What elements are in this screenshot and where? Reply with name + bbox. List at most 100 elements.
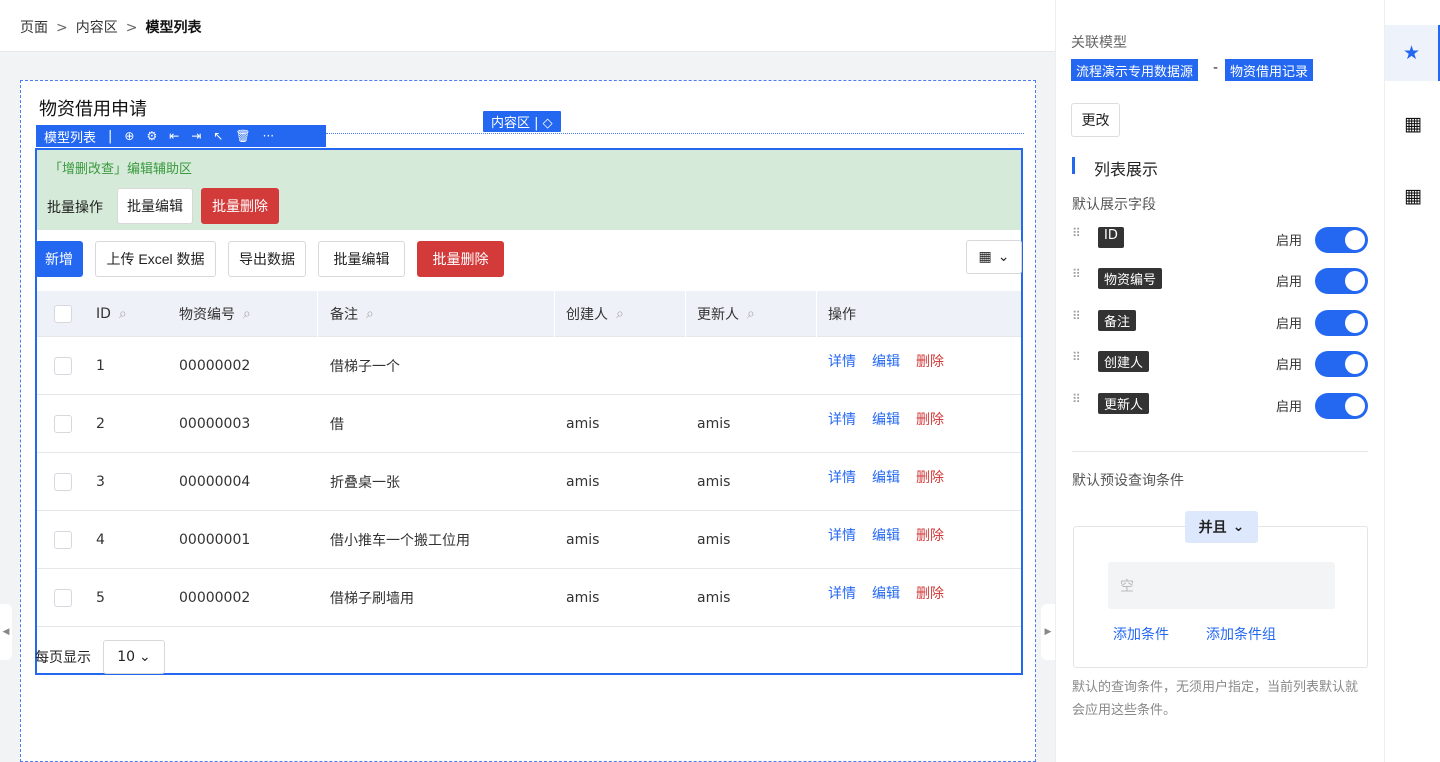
row-checkbox[interactable] <box>54 530 72 549</box>
content-area-tag[interactable]: 内容区 | ◇ <box>483 111 561 132</box>
upload-excel-button[interactable]: 上传 Excel 数据 <box>95 241 216 277</box>
add-button[interactable]: 新增 <box>35 241 83 277</box>
breadcrumb-item-page[interactable]: 页面 <box>20 20 48 36</box>
batch-label: 批量操作 <box>47 200 103 216</box>
select-all-checkbox[interactable] <box>54 291 72 336</box>
enable-switch[interactable] <box>1315 268 1368 294</box>
settings-panel: 关联模型 流程演示专用数据源 - 物资借用记录 更改 列表展示 默认展示字段 ⠿… <box>1055 0 1384 762</box>
field-tag: 更新人 <box>1098 393 1150 414</box>
header-code: 物资编号 ⌕ <box>179 305 251 323</box>
icon-rail: ★ ▦ ▦ <box>1384 0 1440 762</box>
search-icon[interactable]: ⌕ <box>119 306 127 322</box>
edit-link[interactable]: 编辑 <box>872 583 900 603</box>
delete-link[interactable]: 删除 <box>916 409 944 429</box>
star-icon[interactable]: ★ <box>1385 25 1440 81</box>
helper-title: 「增删改查」编辑辅助区 <box>49 162 193 177</box>
cell-code: 00000004 <box>179 473 251 490</box>
table-row: 4 00000001 借小推车一个搬工位用 amis amis 详情 编辑 删除 <box>37 511 1021 569</box>
cell-ops: 详情 编辑 删除 <box>828 395 960 452</box>
detail-link[interactable]: 详情 <box>828 409 856 429</box>
header-updater: 更新人 ⌕ <box>697 305 755 323</box>
search-icon[interactable]: ⌕ <box>747 306 755 322</box>
drag-handle-icon[interactable]: ⠿ <box>1072 310 1082 322</box>
edit-link[interactable]: 编辑 <box>872 409 900 429</box>
column-toggle-button[interactable]: ▦ ⌄ <box>966 240 1022 274</box>
cell-note: 借梯子一个 <box>330 358 400 375</box>
edit-link[interactable]: 编辑 <box>872 467 900 487</box>
breadcrumb-item-content[interactable]: 内容区 <box>76 20 118 36</box>
debug-icon[interactable]: ⚙ <box>146 129 157 143</box>
drag-handle-icon[interactable]: ⠿ <box>1072 393 1082 405</box>
edit-link[interactable]: 编辑 <box>872 525 900 545</box>
drag-handle-icon[interactable]: ⠿ <box>1072 227 1082 239</box>
field-tag: ID <box>1098 227 1124 248</box>
checkbox[interactable] <box>54 304 72 323</box>
row-checkbox[interactable] <box>54 588 72 607</box>
insert-after-icon[interactable]: ⇥ <box>191 129 201 143</box>
export-data-button[interactable]: 导出数据 <box>228 241 306 277</box>
per-page-select[interactable]: 10 ⌄ <box>103 640 165 674</box>
delete-link[interactable]: 删除 <box>916 525 944 545</box>
detail-link[interactable]: 详情 <box>828 467 856 487</box>
cell-code: 00000002 <box>179 589 251 606</box>
help-text: 默认的查询条件，无须用户指定，当前列表默认就会应用这些条件。 <box>1072 680 1359 718</box>
crud-component[interactable]: 「增删改查」编辑辅助区 批量操作 批量编辑 批量删除 新增 上传 Excel 数… <box>35 148 1023 675</box>
add-condition-group-link[interactable]: 添加条件组 <box>1206 624 1276 644</box>
search-icon[interactable]: ⌕ <box>616 306 624 322</box>
helper-batch-edit-button[interactable]: 批量编辑 <box>117 188 193 224</box>
table-header: ID ⌕ 物资编号 ⌕ 备注 ⌕ 创建人 ⌕ 更新人 ⌕ 操作 <box>37 291 1021 337</box>
table-icon[interactable]: ▦ <box>1385 96 1440 152</box>
header-note: 备注 ⌕ <box>330 305 374 323</box>
enable-switch[interactable] <box>1315 227 1368 253</box>
cell-code: 00000002 <box>179 357 251 374</box>
field-tag: 备注 <box>1098 310 1137 331</box>
row-checkbox[interactable] <box>54 356 72 375</box>
delete-link[interactable]: 删除 <box>916 467 944 487</box>
row-checkbox[interactable] <box>54 414 72 433</box>
empty-conditions: 空 <box>1108 562 1335 609</box>
field-item: ⠿ 更新人 启用 <box>1072 393 1372 421</box>
enable-switch[interactable] <box>1315 351 1368 377</box>
selection-outline <box>326 133 1024 134</box>
section-marker <box>1072 157 1075 174</box>
editor-canvas[interactable]: 物资借用申请 内容区 | ◇ 模型列表 | ⊕ ⚙ ⇤ ⇥ ↖ 🗑 ··· 「增… <box>20 80 1036 762</box>
breadcrumb-current: 模型列表 <box>145 20 202 36</box>
change-model-button[interactable]: 更改 <box>1071 103 1120 137</box>
drag-handle-icon[interactable]: ⠿ <box>1072 351 1082 363</box>
preset-query-label: 默认预设查询条件 <box>1072 473 1184 489</box>
insert-before-icon[interactable]: ⇤ <box>169 129 179 143</box>
collapse-right-handle[interactable]: ▶ <box>1041 604 1055 660</box>
datasource-tag: 流程演示专用数据源 <box>1071 59 1199 81</box>
per-page-label: 每页显示 <box>35 650 91 666</box>
drag-handle-icon[interactable]: ⠿ <box>1072 268 1082 280</box>
detail-link[interactable]: 详情 <box>828 583 856 603</box>
move-icon[interactable]: ⊕ <box>124 129 134 143</box>
batch-delete-button[interactable]: 批量删除 <box>417 241 504 277</box>
detail-link[interactable]: 详情 <box>828 351 856 371</box>
detail-link[interactable]: 详情 <box>828 525 856 545</box>
table-icon[interactable]: ▦ <box>1385 168 1440 224</box>
crud-helper-area: 「增删改查」编辑辅助区 批量操作 批量编辑 批量删除 <box>37 150 1021 230</box>
search-icon[interactable]: ⌕ <box>366 306 374 322</box>
cell-creator: amis <box>566 473 600 490</box>
more-icon[interactable]: ··· <box>263 129 274 143</box>
search-icon[interactable]: ⌕ <box>243 306 251 322</box>
header-ops: 操作 <box>828 306 856 323</box>
table-row: 5 00000002 借梯子刷墙用 amis amis 详情 编辑 删除 <box>37 569 1021 627</box>
batch-edit-button[interactable]: 批量编辑 <box>318 241 405 277</box>
add-condition-link[interactable]: 添加条件 <box>1113 624 1169 644</box>
delete-icon[interactable]: 🗑 <box>235 129 250 143</box>
delete-link[interactable]: 删除 <box>916 351 944 371</box>
cell-id: 5 <box>96 589 105 606</box>
collapse-left-handle[interactable]: ◀ <box>0 604 12 660</box>
enable-switch[interactable] <box>1315 310 1368 336</box>
enable-switch[interactable] <box>1315 393 1368 419</box>
conjunction-select[interactable]: 并且 ⌄ <box>1185 511 1258 543</box>
row-checkbox[interactable] <box>54 472 72 491</box>
helper-batch-delete-button[interactable]: 批量删除 <box>201 188 279 224</box>
edit-link[interactable]: 编辑 <box>872 351 900 371</box>
table-row: 3 00000004 折叠桌一张 amis amis 详情 编辑 删除 <box>37 453 1021 511</box>
cell-id: 4 <box>96 531 105 548</box>
delete-link[interactable]: 删除 <box>916 583 944 603</box>
select-parent-icon[interactable]: ↖ <box>213 129 223 143</box>
